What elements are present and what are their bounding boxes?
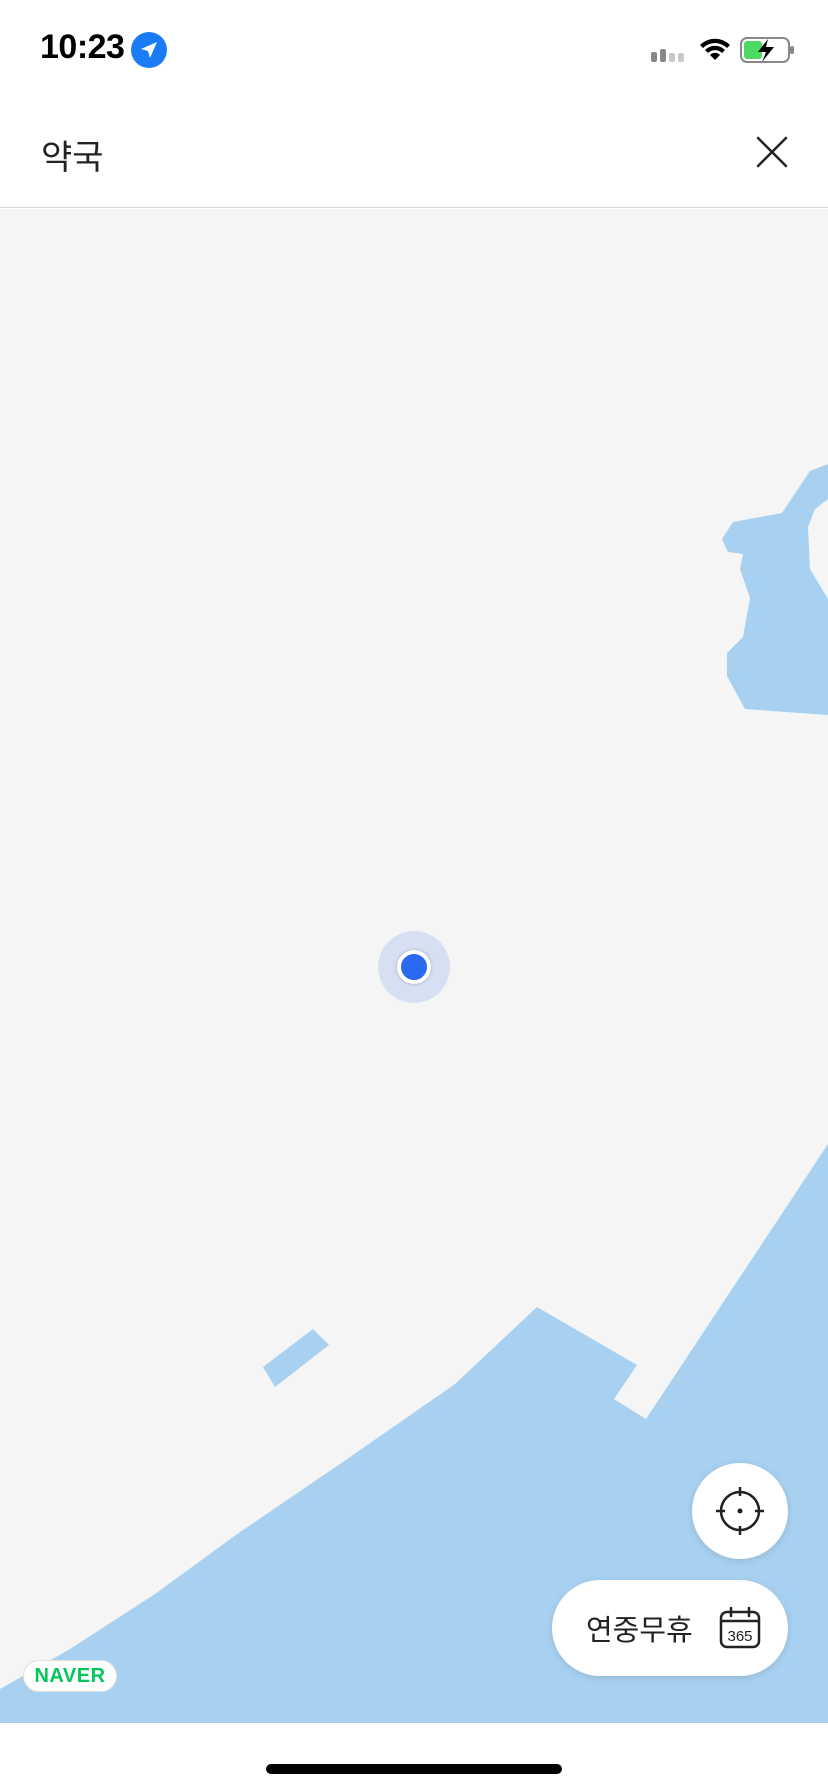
home-indicator[interactable] [266, 1764, 562, 1774]
current-location-marker [378, 931, 450, 1003]
status-time: 10:23 [40, 28, 125, 66]
location-services-icon [131, 32, 167, 68]
calendar-icon-text: 365 [727, 1628, 752, 1645]
naver-logo[interactable]: NAVER [23, 1660, 117, 1692]
close-icon [756, 136, 788, 168]
open-all-year-filter-button[interactable]: 연중무휴 365 [552, 1580, 788, 1676]
close-button[interactable] [748, 128, 796, 176]
bottom-safe-area [0, 1723, 828, 1792]
calendar-365-icon: 365 [719, 1606, 761, 1649]
battery-charging-icon [740, 37, 794, 63]
status-bar: 10:23 [0, 0, 828, 100]
wifi-icon [700, 38, 730, 60]
cellular-signal-icon [651, 49, 684, 62]
page-title: 약국 [41, 138, 104, 178]
current-location-dot [397, 950, 431, 984]
search-header: 약국 [0, 100, 828, 208]
current-location-button[interactable] [692, 1463, 788, 1559]
filter-label: 연중무휴 [586, 1613, 693, 1647]
crosshair-icon [716, 1487, 764, 1535]
